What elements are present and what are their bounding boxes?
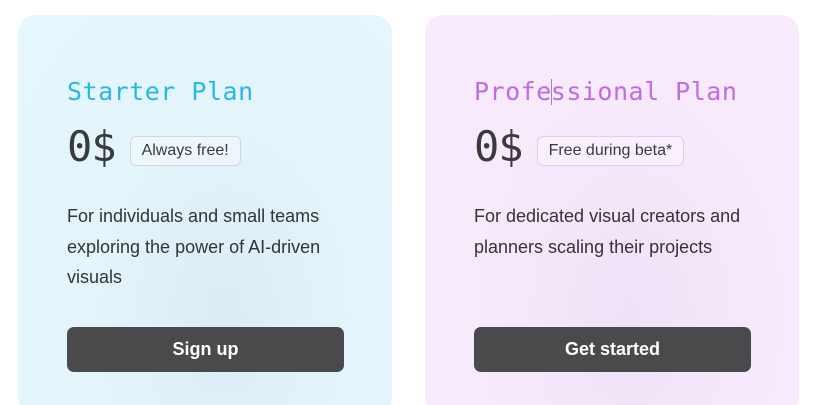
get-started-button[interactable]: Get started bbox=[474, 327, 751, 372]
professional-badge: Free during beta* bbox=[536, 136, 685, 166]
starter-description: For individuals and small teams explorin… bbox=[67, 206, 321, 287]
professional-plan-card: Professional Plan 0$ Free during beta* F… bbox=[425, 15, 799, 405]
professional-description: For dedicated visual creators and planne… bbox=[474, 206, 741, 257]
professional-price-row: 0$ Free during beta* bbox=[474, 123, 799, 171]
starter-badge: Always free! bbox=[129, 136, 241, 166]
professional-price: 0$ bbox=[474, 122, 524, 171]
starter-price-row: 0$ Always free! bbox=[67, 123, 392, 171]
starter-price: 0$ bbox=[67, 122, 117, 171]
starter-plan-title: Starter Plan bbox=[67, 77, 254, 106]
starter-plan-card: Starter Plan 0$ Always free! For individ… bbox=[18, 15, 392, 405]
professional-plan-title-part1: Profe bbox=[474, 77, 552, 106]
professional-plan-title-part2: ssional Plan bbox=[550, 77, 738, 106]
professional-plan-title: Professional Plan bbox=[474, 75, 799, 109]
sign-up-button[interactable]: Sign up bbox=[67, 327, 344, 372]
